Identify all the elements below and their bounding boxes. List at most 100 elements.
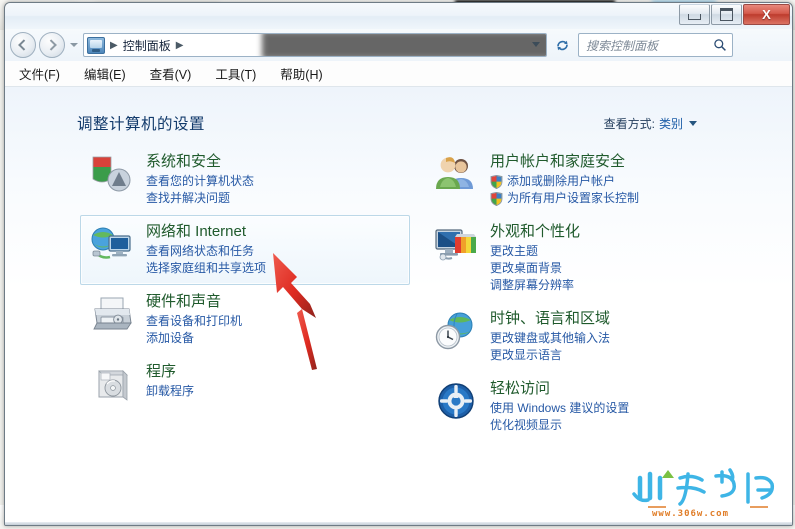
category-link-appearance-personalization-0[interactable]: 更改主题	[490, 243, 745, 260]
watermark-logo-icon	[632, 468, 775, 508]
category-link-ease-of-access-1[interactable]: 优化视频显示	[490, 417, 745, 434]
content-area: 调整计算机的设置 查看方式: 类别 系统和安全 查看您的计算机状态 查找并解决问题	[5, 87, 792, 524]
chevron-down-icon	[70, 43, 78, 47]
category-title-system-and-security[interactable]: 系统和安全	[146, 152, 401, 171]
category-link-clock-language-region-1[interactable]: 更改显示语言	[490, 347, 745, 364]
category-network-and-internet[interactable]: 网络和 Internet 查看网络状态和任务 选择家庭组和共享选项	[80, 215, 410, 285]
menu-edit[interactable]: 编辑(E)	[83, 62, 127, 85]
category-link-label: 调整屏幕分辨率	[490, 278, 575, 292]
navigation-buttons	[10, 32, 65, 58]
category-link-label: 卸载程序	[146, 384, 195, 398]
category-link-clock-language-region-0[interactable]: 更改键盘或其他输入法	[490, 330, 745, 347]
chevron-right-icon	[45, 39, 57, 51]
uac-shield-icon	[490, 191, 503, 206]
category-title-network-and-internet[interactable]: 网络和 Internet	[146, 222, 401, 241]
category-title-programs[interactable]: 程序	[146, 362, 401, 381]
breadcrumb-separator-icon: ▶	[110, 39, 118, 51]
category-link-hardware-and-sound-0[interactable]: 查看设备和打印机	[146, 313, 401, 330]
refresh-icon	[556, 40, 568, 50]
category-title-clock-language-region[interactable]: 时钟、语言和区域	[490, 309, 745, 328]
address-dropdown-icon[interactable]	[532, 42, 540, 47]
category-title-user-accounts-family-safety[interactable]: 用户帐户和家庭安全	[490, 152, 745, 171]
category-link-label: 使用 Windows 建议的设置	[490, 401, 630, 415]
maximize-icon	[720, 8, 733, 21]
category-link-label: 更改桌面背景	[490, 261, 563, 275]
chevron-left-icon	[18, 39, 30, 51]
category-link-appearance-personalization-1[interactable]: 更改桌面背景	[490, 260, 745, 277]
category-clock-language-region[interactable]: 时钟、语言和区域更改键盘或其他输入法 更改显示语言	[424, 302, 754, 372]
category-link-hardware-and-sound-1[interactable]: 添加设备	[146, 330, 401, 347]
category-title-ease-of-access[interactable]: 轻松访问	[490, 379, 745, 398]
category-hardware-and-sound[interactable]: 硬件和声音查看设备和打印机添加设备	[80, 285, 410, 355]
category-title-appearance-personalization[interactable]: 外观和个性化	[490, 222, 745, 241]
category-link-user-accounts-family-safety-1[interactable]: 为所有用户设置家长控制	[490, 190, 745, 207]
category-appearance-personalization[interactable]: 外观和个性化 更改主题 更改桌面背景 调整屏幕分辨率	[424, 215, 754, 302]
globe-monitor-icon	[91, 227, 131, 259]
category-link-system-and-security-0[interactable]: 查看您的计算机状态	[146, 173, 401, 190]
category-link-network-and-internet-0[interactable]: 查看网络状态和任务	[146, 243, 401, 260]
back-button[interactable]	[10, 32, 36, 58]
view-by-label: 查看方式:	[603, 117, 655, 131]
category-link-appearance-personalization-2[interactable]: 调整屏幕分辨率	[490, 277, 745, 294]
category-title-hardware-and-sound[interactable]: 硬件和声音	[146, 292, 401, 311]
category-link-ease-of-access-0[interactable]: 使用 Windows 建议的设置	[490, 400, 745, 417]
printer-icon	[93, 297, 132, 330]
address-bar-row: ▶ 控制面板 ▶ 搜索控制面板	[5, 29, 792, 61]
menu-file[interactable]: 文件(F)	[18, 62, 61, 85]
category-programs[interactable]: 程序 卸载程序	[80, 355, 410, 415]
printer-icon	[89, 293, 137, 337]
menu-view[interactable]: 查看(V)	[149, 62, 193, 85]
category-body: 系统和安全查看您的计算机状态 查找并解决问题	[146, 152, 401, 207]
category-ease-of-access[interactable]: 轻松访问使用 Windows 建议的设置优化视频显示	[424, 372, 754, 442]
category-body: 用户帐户和家庭安全 添加或删除用户帐户 为所有用户设置家长控制	[490, 152, 745, 207]
view-by-value[interactable]: 类别	[659, 115, 683, 132]
category-columns: 系统和安全查看您的计算机状态 查找并解决问题 网络和 Internet 查看网络状态…	[5, 145, 792, 442]
ease-of-access-icon	[433, 380, 481, 424]
users-icon	[436, 157, 473, 189]
clock-globe-icon	[433, 310, 481, 354]
category-user-accounts-family-safety[interactable]: 用户帐户和家庭安全 添加或删除用户帐户 为所有用户设置家长控制	[424, 145, 754, 215]
category-body: 时钟、语言和区域更改键盘或其他输入法 更改显示语言	[490, 309, 745, 364]
menu-help[interactable]: 帮助(H)	[279, 62, 323, 85]
category-link-label: 更改显示语言	[490, 348, 563, 362]
breadcrumb-item-control-panel[interactable]: 控制面板	[123, 37, 171, 54]
address-censor-overlay	[262, 34, 546, 56]
forward-button[interactable]	[39, 32, 65, 58]
search-box[interactable]: 搜索控制面板	[578, 33, 733, 57]
chevron-down-icon[interactable]	[689, 121, 697, 126]
maximize-button[interactable]	[711, 4, 742, 25]
refresh-button[interactable]	[552, 34, 572, 56]
watermark-url: www.306w.com	[652, 509, 730, 519]
programs-disc-icon	[89, 363, 137, 407]
search-input[interactable]: 搜索控制面板	[586, 37, 713, 54]
category-link-system-and-security-1[interactable]: 查找并解决问题	[146, 190, 401, 207]
category-column-right: 用户帐户和家庭安全 添加或删除用户帐户 为所有用户设置家长控制 外观和个性化 更…	[424, 145, 754, 442]
shield-security-icon	[92, 156, 131, 192]
category-link-label: 查看设备和打印机	[146, 314, 243, 328]
minimize-button[interactable]	[679, 4, 710, 25]
address-bar[interactable]: ▶ 控制面板 ▶	[83, 33, 547, 57]
category-system-and-security[interactable]: 系统和安全查看您的计算机状态 查找并解决问题	[80, 145, 410, 215]
menu-tools[interactable]: 工具(T)	[214, 62, 257, 85]
globe-monitor-icon	[89, 223, 137, 267]
close-button[interactable]: X	[743, 4, 790, 25]
category-link-label: 查看网络状态和任务	[146, 244, 255, 258]
category-link-network-and-internet-1[interactable]: 选择家庭组和共享选项	[146, 260, 401, 277]
breadcrumb-separator-icon[interactable]: ▶	[176, 40, 184, 51]
watermark: www.306w.com	[626, 464, 786, 520]
monitor-palette-icon	[435, 229, 476, 261]
category-link-programs-0[interactable]: 卸载程序	[146, 383, 401, 400]
category-link-label: 添加或删除用户帐户	[507, 174, 616, 188]
view-by-control[interactable]: 查看方式: 类别	[604, 115, 697, 132]
category-link-user-accounts-family-safety-0[interactable]: 添加或删除用户帐户	[490, 173, 745, 190]
shield-security-icon	[89, 153, 137, 197]
category-link-label: 更改键盘或其他输入法	[490, 331, 611, 345]
close-icon: X	[762, 7, 771, 22]
menu-bar: 文件(F) 编辑(E) 查看(V) 工具(T) 帮助(H)	[5, 61, 792, 87]
recent-pages-button[interactable]	[69, 34, 79, 56]
category-body: 网络和 Internet 查看网络状态和任务 选择家庭组和共享选项	[146, 222, 401, 277]
category-link-label: 选择家庭组和共享选项	[146, 261, 267, 275]
users-icon	[433, 153, 481, 197]
programs-disc-icon	[98, 370, 128, 401]
screenshot-root: X ▶ 控制面板 ▶ 搜索控制面板 文件(F) 编辑(E) 查看(V) 工具(T…	[0, 0, 795, 529]
